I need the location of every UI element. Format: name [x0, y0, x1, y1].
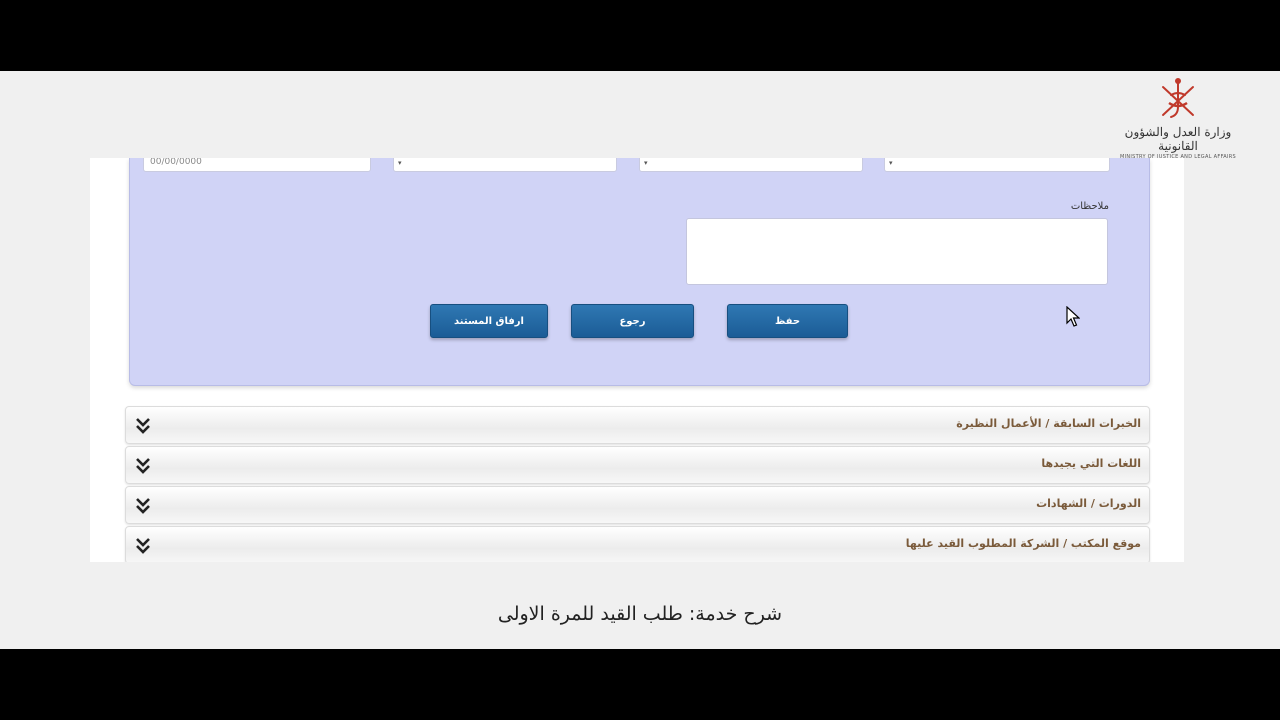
double-chevron-down-icon[interactable] [134, 536, 152, 556]
section-title: الدورات / الشهادات [1036, 497, 1141, 510]
chevron-down-icon: ▾ [398, 159, 402, 167]
section-languages[interactable]: اللغات التي يجيدها [125, 446, 1150, 484]
date-field-value: 00/00/0000 [150, 158, 202, 167]
save-button[interactable]: حفظ [727, 304, 848, 338]
section-title: اللغات التي يجيدها [1041, 457, 1141, 470]
letterbox-top [0, 0, 1280, 71]
attach-document-button[interactable]: ارفاق المستند [430, 304, 548, 338]
letterbox-bottom [0, 649, 1280, 720]
date-field[interactable]: 00/00/0000 [143, 158, 371, 172]
form-page: 00/00/0000 ▾ ▾ ▾ ملاحظات حفظ رجوع ارفاق … [90, 158, 1184, 562]
section-previous-experience[interactable]: الخبرات السابقة / الأعمال النظيرة [125, 406, 1150, 444]
mouse-cursor-icon [1066, 306, 1080, 327]
double-chevron-down-icon[interactable] [134, 416, 152, 436]
oman-emblem-icon [1162, 78, 1194, 118]
double-chevron-down-icon[interactable] [134, 456, 152, 476]
select-field-3[interactable]: ▾ [884, 158, 1110, 172]
video-frame: وزارة العدل والشؤون القانونية MINISTRY O… [0, 71, 1280, 649]
notes-label: ملاحظات [1070, 201, 1109, 212]
select-field-1[interactable]: ▾ [393, 158, 617, 172]
section-office-location[interactable]: موقع المكتب / الشركة المطلوب القيد عليها [125, 526, 1150, 562]
video-caption: شرح خدمة: طلب القيد للمرة الاولى [497, 603, 783, 625]
ministry-logo: وزارة العدل والشؤون القانونية MINISTRY O… [1118, 73, 1238, 160]
logo-arabic-text: وزارة العدل والشؤون القانونية [1124, 125, 1232, 153]
double-chevron-down-icon[interactable] [134, 496, 152, 516]
select-field-2[interactable]: ▾ [639, 158, 863, 172]
section-title: الخبرات السابقة / الأعمال النظيرة [956, 417, 1141, 430]
notes-textarea[interactable] [686, 218, 1108, 285]
chevron-down-icon: ▾ [644, 159, 648, 167]
section-courses-certificates[interactable]: الدورات / الشهادات [125, 486, 1150, 524]
form-panel: 00/00/0000 ▾ ▾ ▾ ملاحظات حفظ رجوع ارفاق … [129, 158, 1150, 386]
section-title: موقع المكتب / الشركة المطلوب القيد عليها [905, 537, 1141, 550]
back-button[interactable]: رجوع [571, 304, 694, 338]
chevron-down-icon: ▾ [889, 159, 893, 167]
